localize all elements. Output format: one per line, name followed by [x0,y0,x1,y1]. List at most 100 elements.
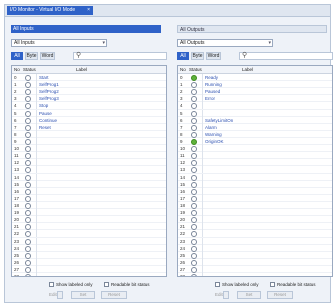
outputs-opt-labeled[interactable]: Show labeled only [215,281,259,289]
status-indicator-icon[interactable] [25,217,31,224]
row-label[interactable]: SafetyLimitOn [205,117,233,124]
status-indicator-icon[interactable] [191,110,197,117]
outputs-filter-select[interactable]: All Outputs ▾ [177,39,273,47]
status-indicator-icon[interactable] [25,210,31,217]
status-indicator-icon[interactable] [25,252,31,259]
table-row[interactable]: 25 [178,251,332,259]
table-row[interactable]: 13 [178,166,332,174]
table-row[interactable]: 21 [178,223,332,231]
outputs-reset-button[interactable]: Reset [267,291,293,299]
status-indicator-icon[interactable] [25,131,31,138]
outputs-set-button[interactable]: Set [237,291,261,299]
status-indicator-icon[interactable] [191,153,197,160]
checkbox[interactable] [104,282,109,288]
status-indicator-icon[interactable] [25,75,31,81]
outputs-segment-word[interactable]: Word [206,52,221,60]
row-label[interactable]: Ready [205,74,218,81]
table-row[interactable]: 15 [12,180,166,188]
status-indicator-icon[interactable] [25,167,31,174]
table-row[interactable]: 11 [12,152,166,160]
status-indicator-icon[interactable] [25,153,31,160]
status-indicator-icon[interactable] [191,252,197,259]
inputs-search-input[interactable]: ⚲ [73,52,167,60]
inputs-panel-header[interactable]: All Inputs [11,25,161,33]
table-row[interactable]: 20 [178,216,332,224]
status-indicator-icon[interactable] [25,238,31,245]
row-label[interactable]: Warning [205,131,222,138]
table-row[interactable]: 27 [178,265,332,274]
status-indicator-icon[interactable] [191,238,197,245]
row-label[interactable]: Running [205,81,222,88]
status-indicator-icon[interactable] [25,245,31,252]
status-indicator-icon[interactable] [25,138,31,145]
table-row[interactable]: 7 Alarm [178,123,332,131]
table-row[interactable]: 20 [12,216,166,224]
row-label[interactable]: Start [39,74,49,81]
table-row[interactable]: 27 [12,265,166,274]
table-row[interactable]: 18 [12,201,166,210]
table-row[interactable]: 28 [12,273,166,276]
table-row[interactable]: 6 Continue [12,116,166,124]
status-indicator-icon[interactable] [25,117,31,124]
table-row[interactable]: 14 [178,173,332,181]
table-row[interactable]: 15 [178,180,332,188]
table-row[interactable]: 0 Ready [178,74,332,82]
table-row[interactable]: 0 Start [12,74,166,82]
col-label[interactable]: Label [242,66,253,73]
status-indicator-icon[interactable] [191,202,197,209]
status-indicator-icon[interactable] [191,231,197,238]
status-indicator-icon[interactable] [25,174,31,181]
table-row[interactable]: 8 Warning [178,130,332,138]
status-indicator-icon[interactable] [191,131,197,138]
row-label[interactable]: Error [205,95,215,102]
table-row[interactable]: 24 [178,244,332,252]
col-no[interactable]: No [180,66,186,73]
col-status[interactable]: Status [23,66,36,73]
checkbox[interactable] [215,282,220,288]
inputs-opt-readable[interactable]: Readable bit status [104,281,150,289]
outputs-edit-checkbox[interactable] [223,291,229,299]
status-indicator-icon[interactable] [191,188,197,195]
table-row[interactable]: 3 Error [178,95,332,103]
status-indicator-icon[interactable] [191,160,197,167]
table-row[interactable]: 22 [12,230,166,238]
table-row[interactable]: 19 [12,209,166,217]
table-row[interactable]: 7 Reset [12,123,166,131]
outputs-panel-header[interactable]: All Outputs [177,25,327,33]
table-row[interactable]: 8 [12,130,166,138]
close-icon[interactable]: × [87,6,90,15]
row-label[interactable]: Stop [39,102,48,109]
inputs-edit-checkbox[interactable] [57,291,63,299]
row-label[interactable]: Reset [39,124,51,131]
col-no[interactable]: No [14,66,20,73]
table-row[interactable]: 5 [178,109,332,117]
inputs-segment-byte[interactable]: Byte [25,52,38,60]
inputs-reset-button[interactable]: Reset [101,291,127,299]
inputs-segment-word[interactable]: Word [40,52,55,60]
row-label[interactable]: Pause [39,110,52,117]
status-indicator-icon[interactable] [25,231,31,238]
table-row[interactable]: 22 [178,230,332,238]
status-indicator-icon[interactable] [191,259,197,266]
status-indicator-icon[interactable] [25,146,31,153]
row-label[interactable]: SelfProg1 [39,81,59,88]
table-row[interactable]: 28 [178,273,332,276]
table-row[interactable]: 16 [178,187,332,195]
status-indicator-icon[interactable] [191,174,197,181]
table-row[interactable]: 24 [12,244,166,252]
status-indicator-icon[interactable] [191,89,197,96]
inputs-segment-all[interactable]: All [11,52,23,60]
table-row[interactable]: 3 SelfProg3 [12,95,166,103]
table-row[interactable]: 2 Paused [178,88,332,96]
status-indicator-icon[interactable] [191,245,197,252]
status-indicator-icon[interactable] [25,96,31,103]
table-row[interactable]: 16 [12,187,166,195]
tab-io-monitor[interactable]: I/O Monitor - Virtual I/O Mode × [7,6,93,15]
status-indicator-icon[interactable] [25,110,31,117]
table-row[interactable]: 25 [12,251,166,259]
table-row[interactable]: 18 [178,201,332,210]
table-row[interactable]: 10 [178,145,332,153]
status-indicator-icon[interactable] [191,103,197,110]
col-status[interactable]: Status [189,66,202,73]
table-row[interactable]: 12 [12,159,166,167]
